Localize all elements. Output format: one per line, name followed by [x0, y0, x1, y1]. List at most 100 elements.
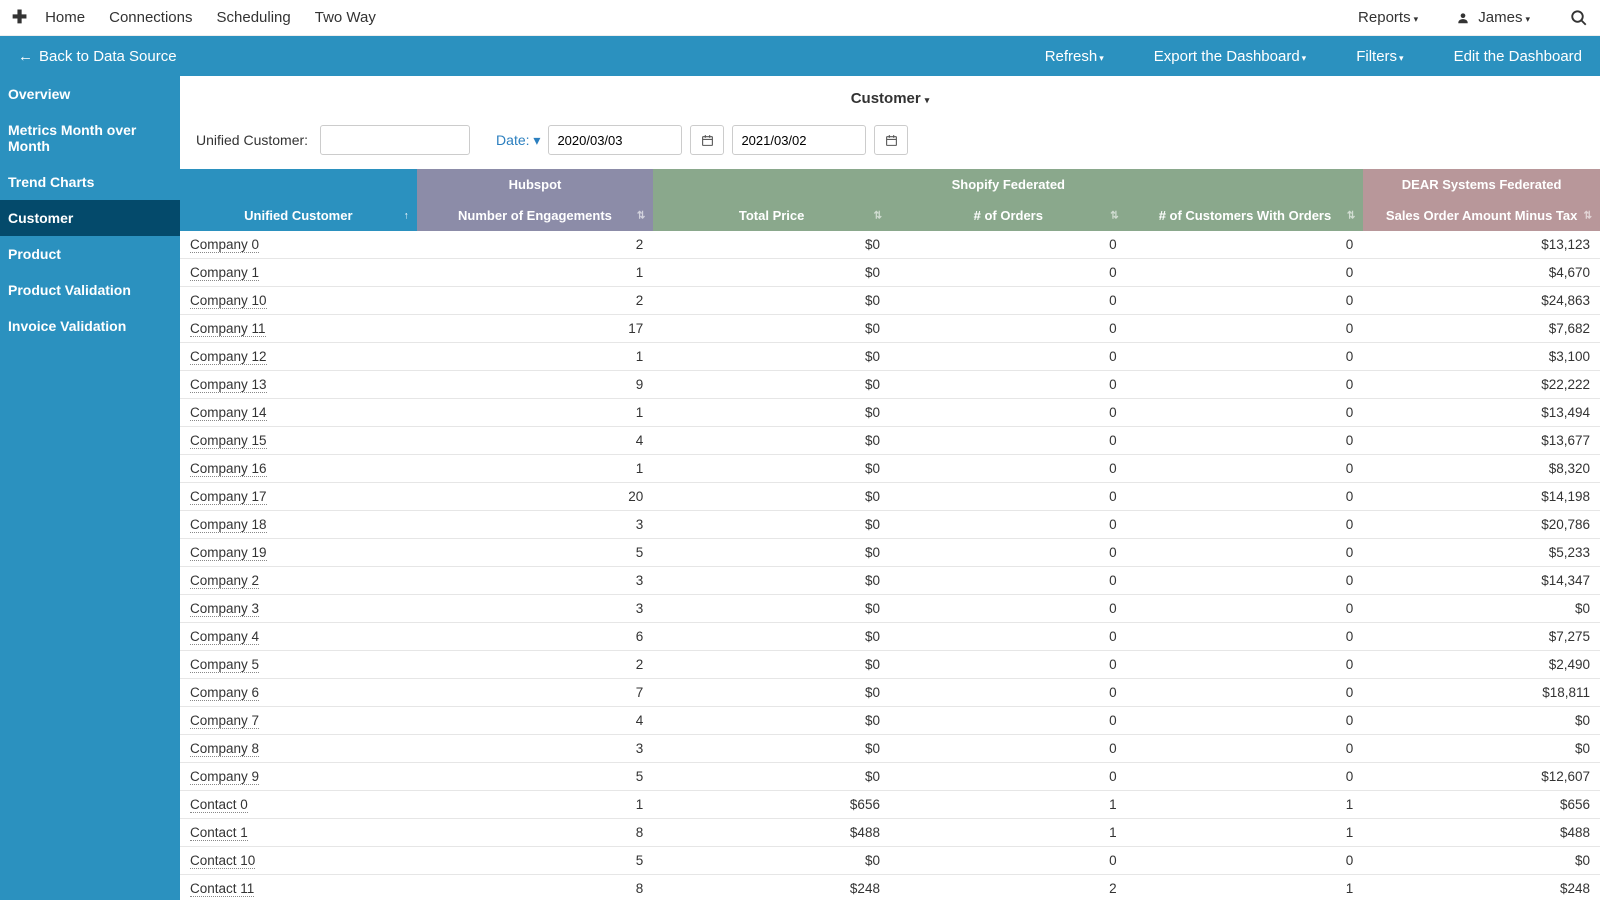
sidebar-item-overview[interactable]: Overview — [0, 76, 180, 112]
cell-no: 0 — [890, 735, 1127, 763]
cell-unified-customer: Company 14 — [180, 399, 417, 427]
cell-ne: 20 — [417, 483, 654, 511]
column-group-shopify-federated: Shopify Federated — [653, 169, 1363, 200]
action-edit-dashboard[interactable]: Edit the Dashboard — [1454, 48, 1582, 65]
customer-link[interactable]: Company 19 — [190, 545, 267, 561]
customer-link[interactable]: Company 10 — [190, 293, 267, 309]
back-to-data-source[interactable]: ← Back to Data Source — [18, 48, 177, 65]
customer-link[interactable]: Company 1 — [190, 265, 259, 281]
cell-no: 0 — [890, 427, 1127, 455]
cell-tp: $0 — [653, 287, 890, 315]
cell-tp: $656 — [653, 791, 890, 819]
table-row: Company 1720$000$14,198 — [180, 483, 1600, 511]
cell-no: 0 — [890, 231, 1127, 259]
calendar-from-button[interactable] — [690, 125, 724, 155]
date-to-input[interactable] — [732, 125, 866, 155]
date-label[interactable]: Date: ▾ — [496, 132, 540, 149]
nav-home[interactable]: Home — [45, 9, 85, 26]
cell-unified-customer: Company 8 — [180, 735, 417, 763]
customer-link[interactable]: Company 0 — [190, 237, 259, 253]
unified-customer-label: Unified Customer: — [196, 132, 308, 148]
cell-nc: 0 — [1127, 231, 1364, 259]
column-header--of-customers-with-orders[interactable]: # of Customers With Orders⇅ — [1127, 200, 1364, 231]
customer-link[interactable]: Company 17 — [190, 489, 267, 505]
cell-unified-customer: Contact 1 — [180, 819, 417, 847]
sidebar-item-product-validation[interactable]: Product Validation — [0, 272, 180, 308]
customer-link[interactable]: Contact 0 — [190, 797, 248, 813]
cell-tp: $0 — [653, 847, 890, 875]
customer-link[interactable]: Company 2 — [190, 573, 259, 589]
cell-nc: 0 — [1127, 259, 1364, 287]
cell-no: 0 — [890, 511, 1127, 539]
customer-link[interactable]: Company 16 — [190, 461, 267, 477]
sidebar-item-metrics-month-over-month[interactable]: Metrics Month over Month — [0, 112, 180, 164]
nav-connections[interactable]: Connections — [109, 9, 192, 26]
column-header-total-price[interactable]: Total Price⇅ — [653, 200, 890, 231]
customer-link[interactable]: Company 3 — [190, 601, 259, 617]
search-icon[interactable] — [1570, 8, 1588, 26]
table-row: Company 183$000$20,786 — [180, 511, 1600, 539]
cell-unified-customer: Company 18 — [180, 511, 417, 539]
customer-link[interactable]: Company 15 — [190, 433, 267, 449]
customer-link[interactable]: Company 13 — [190, 377, 267, 393]
column-header-unified-customer[interactable]: Unified Customer↑ — [180, 200, 417, 231]
cell-tp: $0 — [653, 231, 890, 259]
table-row: Company 102$000$24,863 — [180, 287, 1600, 315]
action-filters[interactable]: Filters▾ — [1356, 48, 1403, 65]
cell-tp: $0 — [653, 315, 890, 343]
cell-nc: 0 — [1127, 567, 1364, 595]
cell-unified-customer: Contact 11 — [180, 875, 417, 900]
nav-user[interactable]: James▾ — [1442, 9, 1530, 26]
customer-link[interactable]: Company 7 — [190, 713, 259, 729]
cell-so: $7,275 — [1363, 623, 1600, 651]
sidebar-item-trend-charts[interactable]: Trend Charts — [0, 164, 180, 200]
cell-no: 1 — [890, 791, 1127, 819]
calendar-to-button[interactable] — [874, 125, 908, 155]
page-title-dropdown[interactable]: Customer▾ — [180, 76, 1600, 117]
customer-link[interactable]: Company 6 — [190, 685, 259, 701]
nav-reports[interactable]: Reports▾ — [1358, 9, 1418, 26]
cell-so: $13,677 — [1363, 427, 1600, 455]
column-header-number-of-engagements[interactable]: Number of Engagements⇅ — [417, 200, 654, 231]
customer-link[interactable]: Contact 11 — [190, 881, 254, 897]
customer-link[interactable]: Company 18 — [190, 517, 267, 533]
customer-link[interactable]: Company 4 — [190, 629, 259, 645]
customer-link[interactable]: Company 8 — [190, 741, 259, 757]
cell-unified-customer: Company 3 — [180, 595, 417, 623]
caret-down-icon: ▾ — [925, 95, 930, 105]
customer-link[interactable]: Company 5 — [190, 657, 259, 673]
sidebar-item-invoice-validation[interactable]: Invoice Validation — [0, 308, 180, 344]
plus-icon[interactable]: ✚ — [12, 7, 27, 28]
content-area[interactable]: Customer▾ Unified Customer: Date: ▾ Hubs… — [180, 76, 1600, 900]
cell-so: $0 — [1363, 735, 1600, 763]
table-row: Company 121$000$3,100 — [180, 343, 1600, 371]
column-header-sales-order-amount-minus-tax[interactable]: Sales Order Amount Minus Tax⇅ — [1363, 200, 1600, 231]
cell-ne: 1 — [417, 791, 654, 819]
table-row: Company 52$000$2,490 — [180, 651, 1600, 679]
date-from-input[interactable] — [548, 125, 682, 155]
customer-link[interactable]: Company 11 — [190, 321, 266, 337]
customer-link[interactable]: Company 12 — [190, 349, 267, 365]
cell-so: $3,100 — [1363, 343, 1600, 371]
cell-unified-customer: Company 7 — [180, 707, 417, 735]
sidebar-item-customer[interactable]: Customer — [0, 200, 180, 236]
cell-so: $0 — [1363, 847, 1600, 875]
cell-ne: 3 — [417, 567, 654, 595]
customer-link[interactable]: Contact 1 — [190, 825, 248, 841]
nav-scheduling[interactable]: Scheduling — [217, 9, 291, 26]
cell-no: 0 — [890, 847, 1127, 875]
column-header--of-orders[interactable]: # of Orders⇅ — [890, 200, 1127, 231]
cell-nc: 0 — [1127, 707, 1364, 735]
caret-down-icon: ▾ — [1399, 53, 1404, 63]
action-refresh[interactable]: Refresh▾ — [1045, 48, 1104, 65]
cell-so: $14,198 — [1363, 483, 1600, 511]
customer-link[interactable]: Company 9 — [190, 769, 259, 785]
action-export[interactable]: Export the Dashboard▾ — [1154, 48, 1306, 65]
sidebar-item-product[interactable]: Product — [0, 236, 180, 272]
nav-two-way[interactable]: Two Way — [315, 9, 376, 26]
customer-link[interactable]: Company 14 — [190, 405, 267, 421]
unified-customer-input[interactable] — [320, 125, 470, 155]
cell-ne: 2 — [417, 287, 654, 315]
customer-link[interactable]: Contact 10 — [190, 853, 255, 869]
cell-nc: 1 — [1127, 875, 1364, 900]
